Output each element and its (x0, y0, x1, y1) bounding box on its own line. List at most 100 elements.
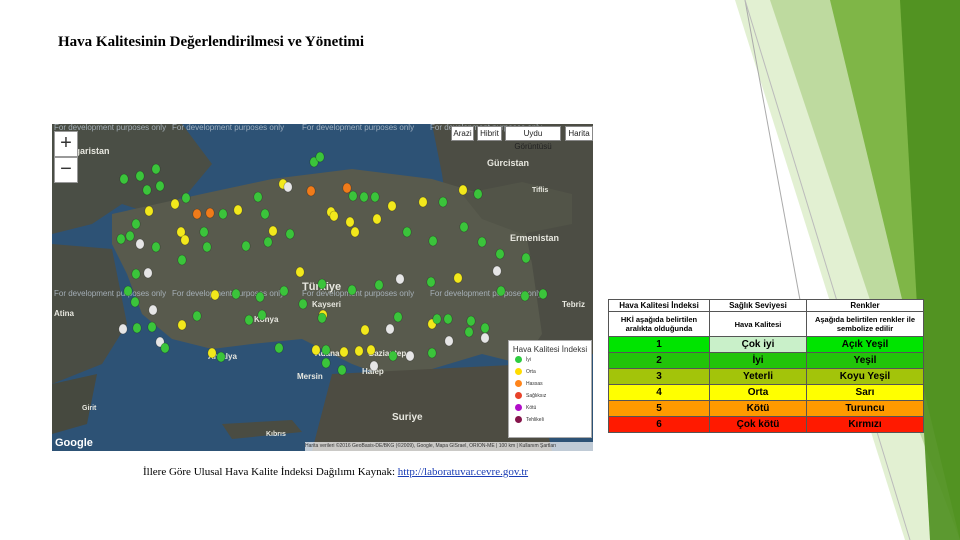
station-marker[interactable] (444, 335, 454, 347)
station-marker[interactable] (480, 332, 490, 344)
station-marker[interactable] (144, 205, 154, 217)
station-marker[interactable] (268, 225, 278, 237)
station-marker[interactable] (116, 233, 126, 245)
station-marker[interactable] (160, 342, 170, 354)
station-marker[interactable] (192, 208, 202, 220)
station-marker[interactable] (132, 322, 142, 334)
station-marker[interactable] (207, 347, 217, 359)
station-marker[interactable] (321, 357, 331, 369)
station-marker[interactable] (374, 279, 384, 291)
station-marker[interactable] (295, 266, 305, 278)
station-marker[interactable] (233, 204, 243, 216)
station-marker[interactable] (218, 208, 228, 220)
zoom-in-button[interactable]: + (54, 131, 78, 157)
station-marker[interactable] (495, 248, 505, 260)
station-marker[interactable] (216, 351, 226, 363)
station-marker[interactable] (199, 226, 209, 238)
station-marker[interactable] (177, 319, 187, 331)
station-marker[interactable] (202, 241, 212, 253)
station-marker[interactable] (426, 276, 436, 288)
station-marker[interactable] (274, 342, 284, 354)
station-marker[interactable] (385, 323, 395, 335)
station-marker[interactable] (464, 326, 474, 338)
map-attribution[interactable]: Harita verileri ©2016 GeoBasis-DE/BKG (©… (305, 442, 593, 451)
station-marker[interactable] (359, 191, 369, 203)
station-marker[interactable] (180, 234, 190, 246)
station-marker[interactable] (354, 345, 364, 357)
station-marker[interactable] (432, 313, 442, 325)
station-marker[interactable] (360, 324, 370, 336)
source-link[interactable]: http://laboratuvar.cevre.gov.tr (398, 466, 528, 478)
station-marker[interactable] (438, 196, 448, 208)
station-marker[interactable] (348, 190, 358, 202)
station-marker[interactable] (170, 198, 180, 210)
map-type-terrain-button[interactable]: Arazi (451, 126, 474, 141)
station-marker[interactable] (329, 210, 339, 222)
station-marker[interactable] (298, 298, 308, 310)
station-marker[interactable] (477, 236, 487, 248)
station-marker[interactable] (244, 314, 254, 326)
station-marker[interactable] (210, 289, 220, 301)
station-marker[interactable] (342, 182, 352, 194)
station-marker[interactable] (260, 208, 270, 220)
station-marker[interactable] (473, 188, 483, 200)
station-marker[interactable] (428, 235, 438, 247)
map-type-map-button[interactable]: Harita (565, 126, 593, 141)
station-marker[interactable] (492, 265, 502, 277)
station-marker[interactable] (147, 321, 157, 333)
station-marker[interactable] (405, 350, 415, 362)
station-marker[interactable] (347, 284, 357, 296)
station-marker[interactable] (263, 236, 273, 248)
station-marker[interactable] (283, 181, 293, 193)
station-marker[interactable] (459, 221, 469, 233)
station-marker[interactable] (253, 191, 263, 203)
station-marker[interactable] (350, 226, 360, 238)
station-marker[interactable] (370, 191, 380, 203)
station-marker[interactable] (321, 344, 331, 356)
station-marker[interactable] (306, 185, 316, 197)
station-marker[interactable] (125, 230, 135, 242)
station-marker[interactable] (131, 268, 141, 280)
station-marker[interactable] (466, 315, 476, 327)
station-marker[interactable] (131, 218, 141, 230)
station-marker[interactable] (205, 207, 215, 219)
station-marker[interactable] (151, 241, 161, 253)
station-marker[interactable] (418, 196, 428, 208)
station-marker[interactable] (345, 216, 355, 228)
station-marker[interactable] (369, 360, 379, 372)
station-marker[interactable] (521, 252, 531, 264)
station-marker[interactable] (315, 151, 325, 163)
zoom-out-button[interactable]: − (54, 157, 78, 183)
station-marker[interactable] (395, 273, 405, 285)
station-marker[interactable] (155, 180, 165, 192)
station-marker[interactable] (285, 228, 295, 240)
station-marker[interactable] (311, 344, 321, 356)
station-marker[interactable] (231, 288, 241, 300)
station-marker[interactable] (135, 170, 145, 182)
station-marker[interactable] (241, 240, 251, 252)
station-marker[interactable] (366, 344, 376, 356)
station-marker[interactable] (402, 226, 412, 238)
station-marker[interactable] (453, 272, 463, 284)
station-marker[interactable] (279, 285, 289, 297)
station-marker[interactable] (119, 173, 129, 185)
station-marker[interactable] (118, 323, 128, 335)
station-marker[interactable] (255, 291, 265, 303)
station-marker[interactable] (257, 309, 267, 321)
station-marker[interactable] (337, 364, 347, 376)
station-marker[interactable] (388, 350, 398, 362)
station-marker[interactable] (135, 238, 145, 250)
station-marker[interactable] (372, 213, 382, 225)
map-type-hybrid-button[interactable]: Hibrit (477, 126, 502, 141)
station-marker[interactable] (317, 278, 327, 290)
station-marker[interactable] (427, 347, 437, 359)
station-marker[interactable] (143, 267, 153, 279)
station-marker[interactable] (538, 288, 548, 300)
station-marker[interactable] (130, 296, 140, 308)
station-marker[interactable] (317, 312, 327, 324)
station-marker[interactable] (192, 310, 202, 322)
station-marker[interactable] (339, 346, 349, 358)
station-marker[interactable] (151, 163, 161, 175)
station-marker[interactable] (480, 322, 490, 334)
station-marker[interactable] (393, 311, 403, 323)
